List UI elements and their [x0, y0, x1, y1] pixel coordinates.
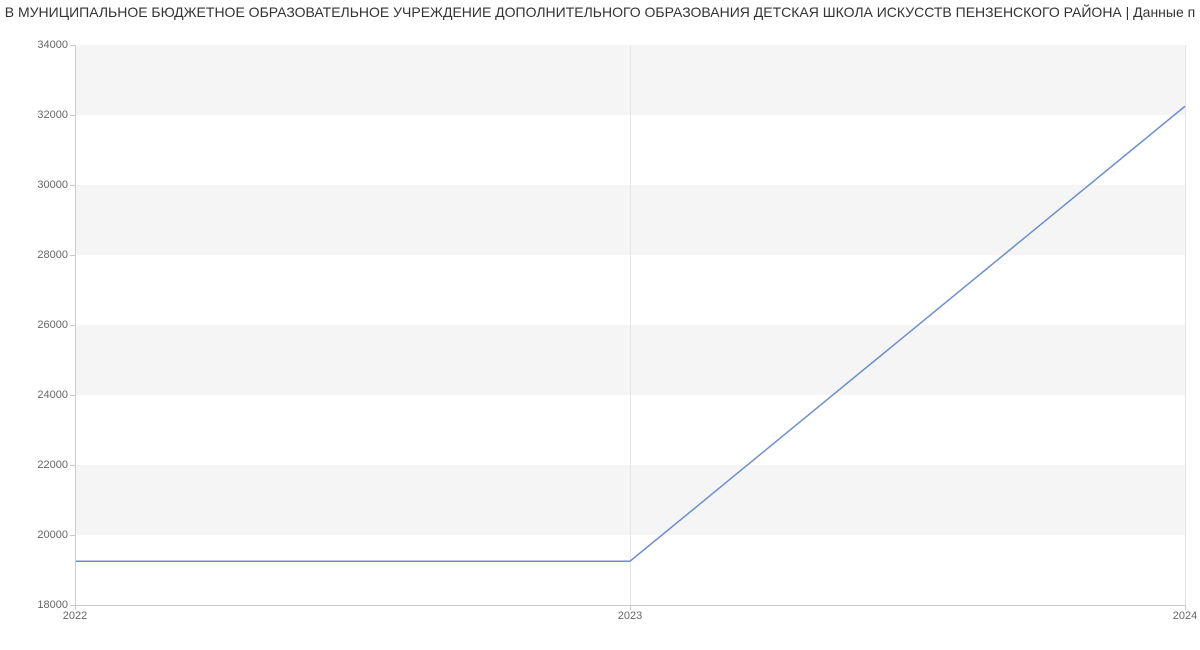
y-tick-mark: [70, 535, 75, 536]
x-tick-label: 2022: [63, 610, 87, 622]
y-tick-label: 20000: [8, 529, 68, 541]
y-tick-label: 30000: [8, 179, 68, 191]
y-tick-label: 34000: [8, 39, 68, 51]
x-tick-mark: [1185, 605, 1186, 610]
y-tick-mark: [70, 395, 75, 396]
y-tick-label: 26000: [8, 319, 68, 331]
x-tick-label: 2024: [1173, 610, 1197, 622]
y-tick-label: 24000: [8, 389, 68, 401]
y-tick-mark: [70, 255, 75, 256]
y-tick-mark: [70, 465, 75, 466]
y-tick-label: 32000: [8, 109, 68, 121]
y-tick-label: 18000: [8, 599, 68, 611]
y-axis-line: [75, 45, 76, 605]
chart-title: В МУНИЦИПАЛЬНОЕ БЮДЖЕТНОЕ ОБРАЗОВАТЕЛЬНО…: [0, 4, 1200, 20]
y-tick-mark: [70, 45, 75, 46]
x-tick-mark: [75, 605, 76, 610]
line-layer: [75, 45, 1185, 605]
y-tick-mark: [70, 325, 75, 326]
gridline-vertical: [1185, 45, 1186, 605]
x-tick-label: 2023: [618, 610, 642, 622]
y-tick-label: 28000: [8, 249, 68, 261]
x-tick-mark: [630, 605, 631, 610]
y-tick-mark: [70, 115, 75, 116]
y-tick-mark: [70, 185, 75, 186]
plot-area: [75, 45, 1185, 605]
y-tick-label: 22000: [8, 459, 68, 471]
series-line: [75, 106, 1185, 561]
